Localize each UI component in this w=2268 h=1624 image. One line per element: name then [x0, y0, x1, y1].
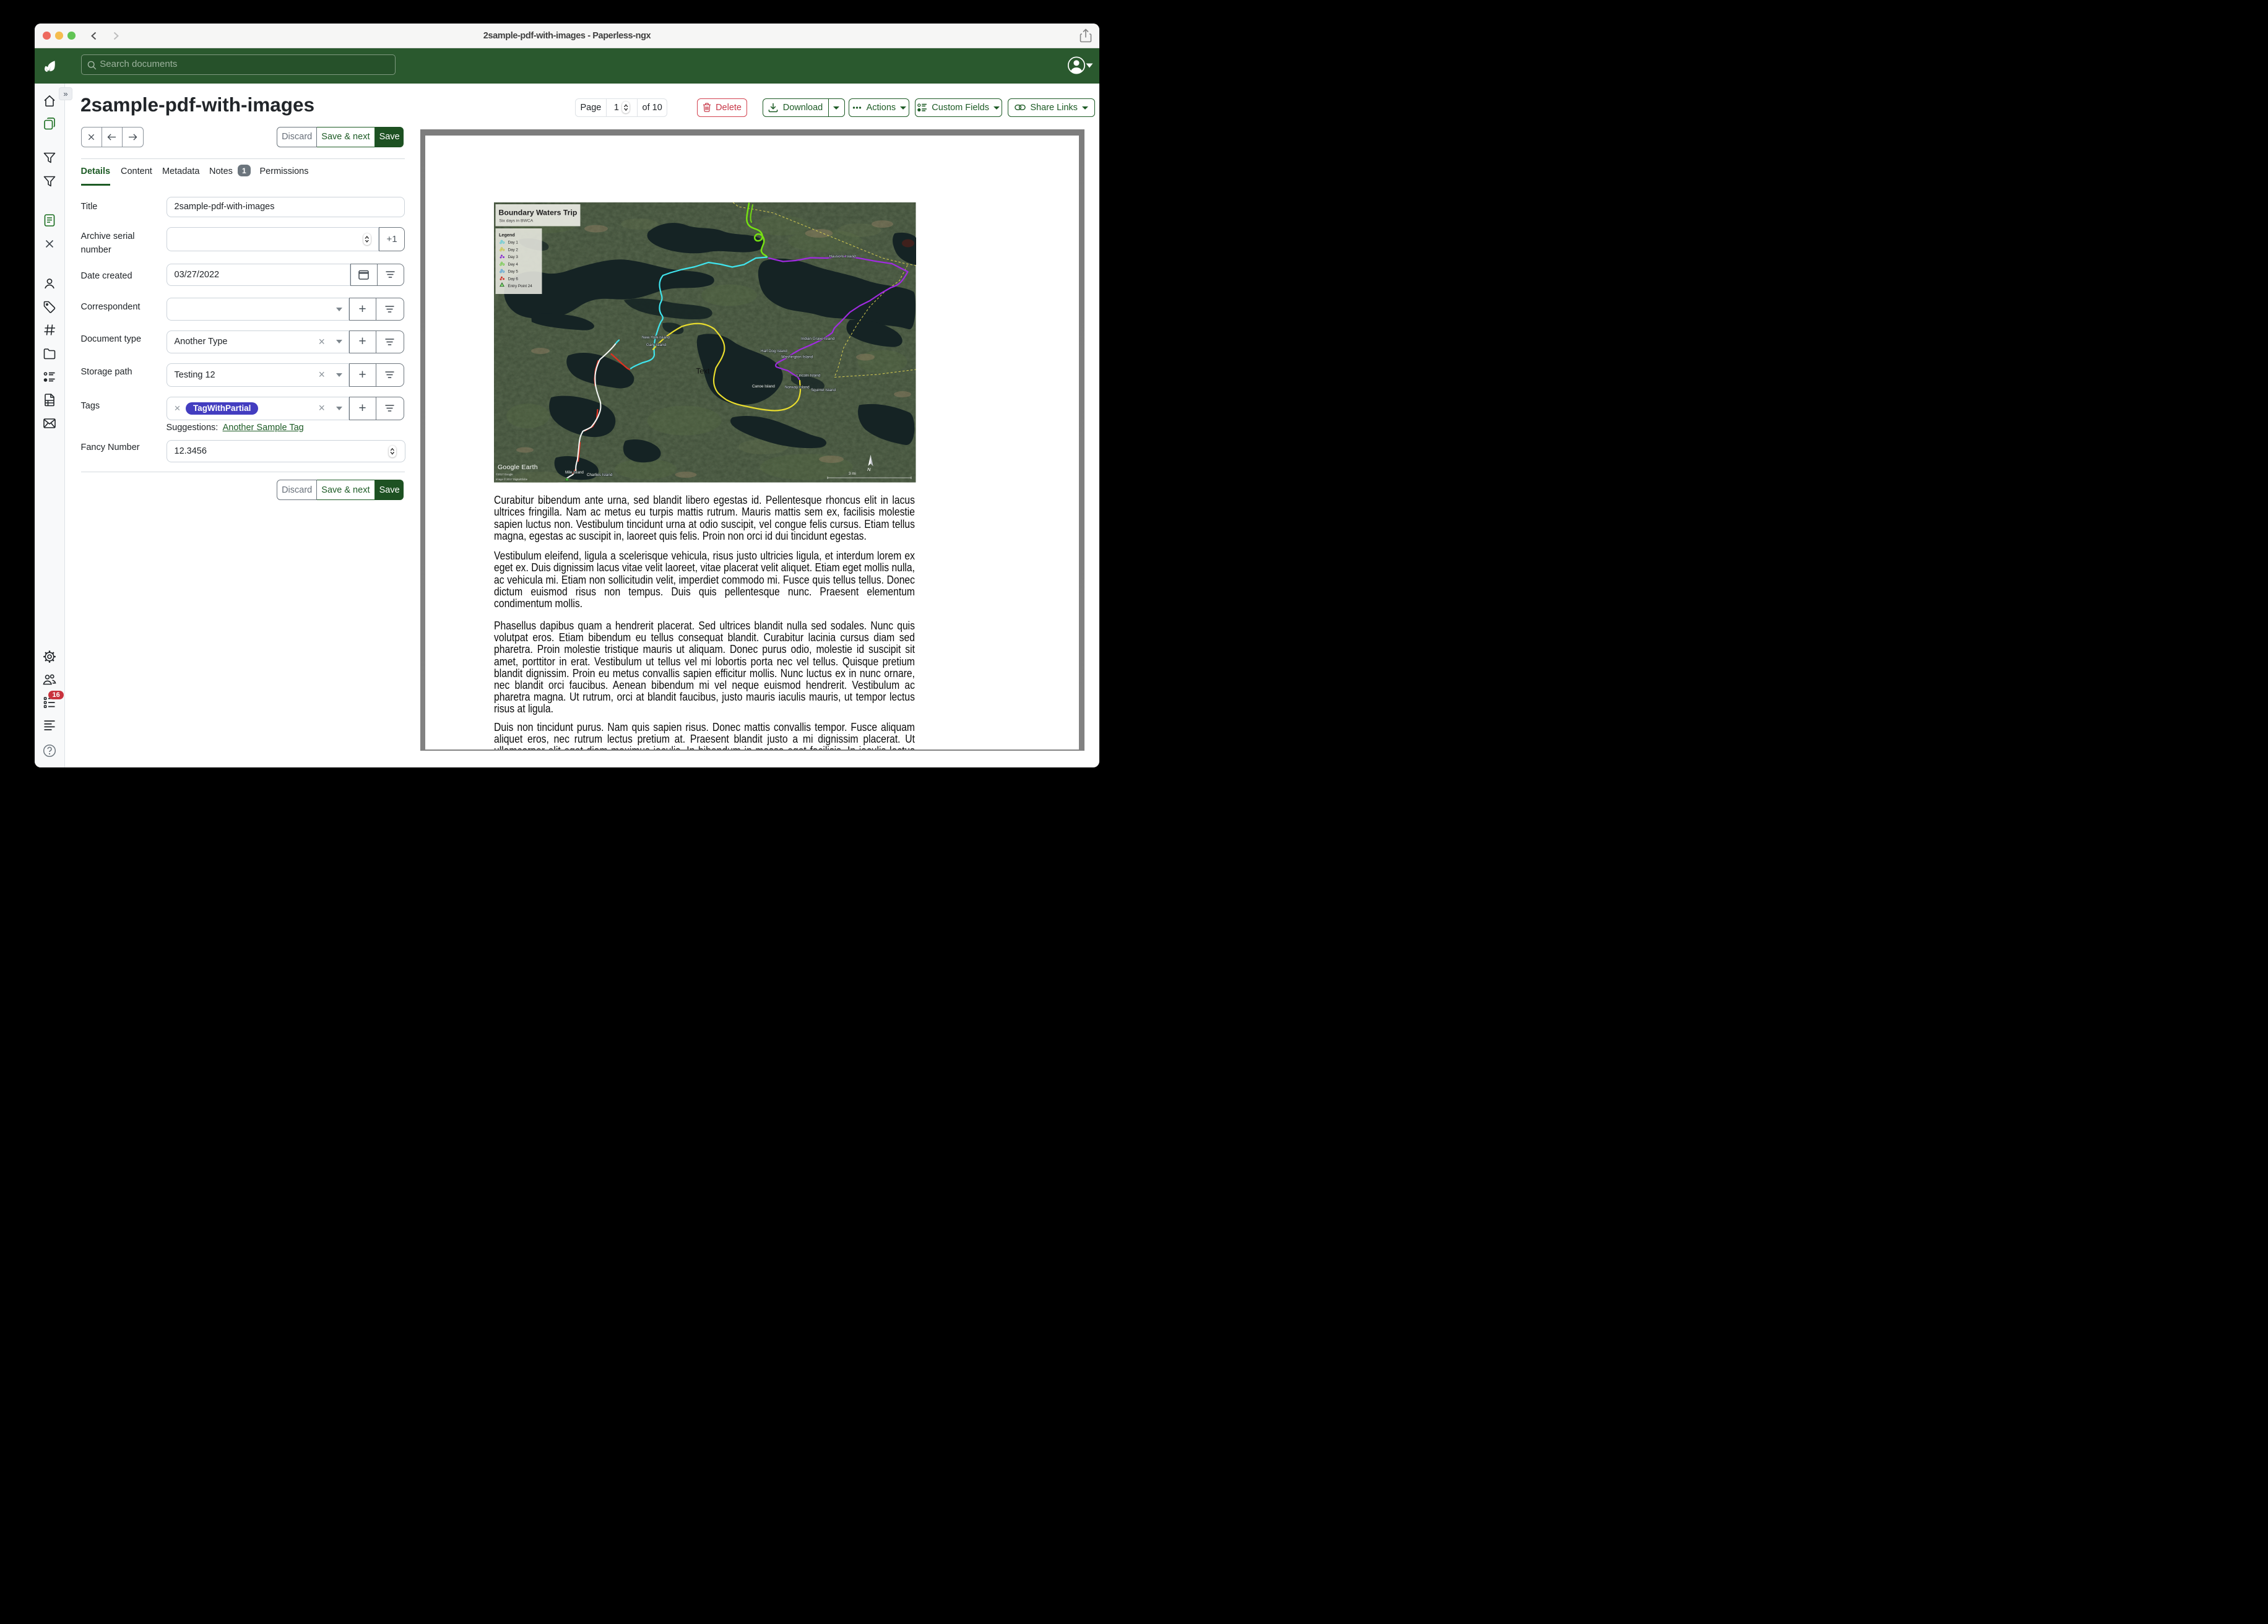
svg-text:Norway Island: Norway Island [785, 386, 810, 390]
svg-text:Day 4: Day 4 [508, 262, 519, 267]
svg-text:©2017 Google: ©2017 Google [496, 473, 513, 476]
svg-text:Day 5: Day 5 [508, 270, 519, 274]
svg-text:Text: Text [696, 367, 711, 376]
svg-text:Canoe Island: Canoe Island [752, 384, 775, 389]
svg-text:Day 2: Day 2 [508, 248, 519, 253]
svg-text:Entry Point 24: Entry Point 24 [508, 284, 533, 288]
svg-text:Squirrel Island: Squirrel Island [811, 388, 836, 392]
svg-text:N: N [867, 467, 871, 472]
svg-text:3 mi: 3 mi [849, 472, 856, 476]
svg-text:Indian Grave Island: Indian Grave Island [801, 337, 835, 341]
svg-text:New York Island: New York Island [642, 335, 670, 340]
svg-text:Day 3: Day 3 [508, 255, 519, 259]
svg-text:Mile Island: Mile Island [565, 470, 584, 475]
svg-text:Day 1: Day 1 [508, 241, 519, 245]
svg-text:Image © 2017 DigitalGlobe: Image © 2017 DigitalGlobe [496, 478, 528, 481]
svg-text:Charlies Island: Charlies Island [587, 473, 613, 477]
svg-text:Boundary Waters Trip: Boundary Waters Trip [499, 209, 578, 217]
svg-text:Washington Island: Washington Island [781, 355, 813, 360]
svg-text:Legend: Legend [499, 232, 515, 238]
svg-text:Six days in BWCA: Six days in BWCA [500, 219, 534, 223]
svg-text:Hausons Island: Hausons Island [829, 254, 857, 259]
svg-text:Google Earth: Google Earth [498, 464, 538, 471]
svg-text:Half Dog Island: Half Dog Island [761, 349, 787, 353]
svg-text:Day 6: Day 6 [508, 277, 519, 282]
svg-text:Gary Island: Gary Island [646, 343, 666, 347]
svg-text:Lincoln Island: Lincoln Island [797, 374, 821, 378]
